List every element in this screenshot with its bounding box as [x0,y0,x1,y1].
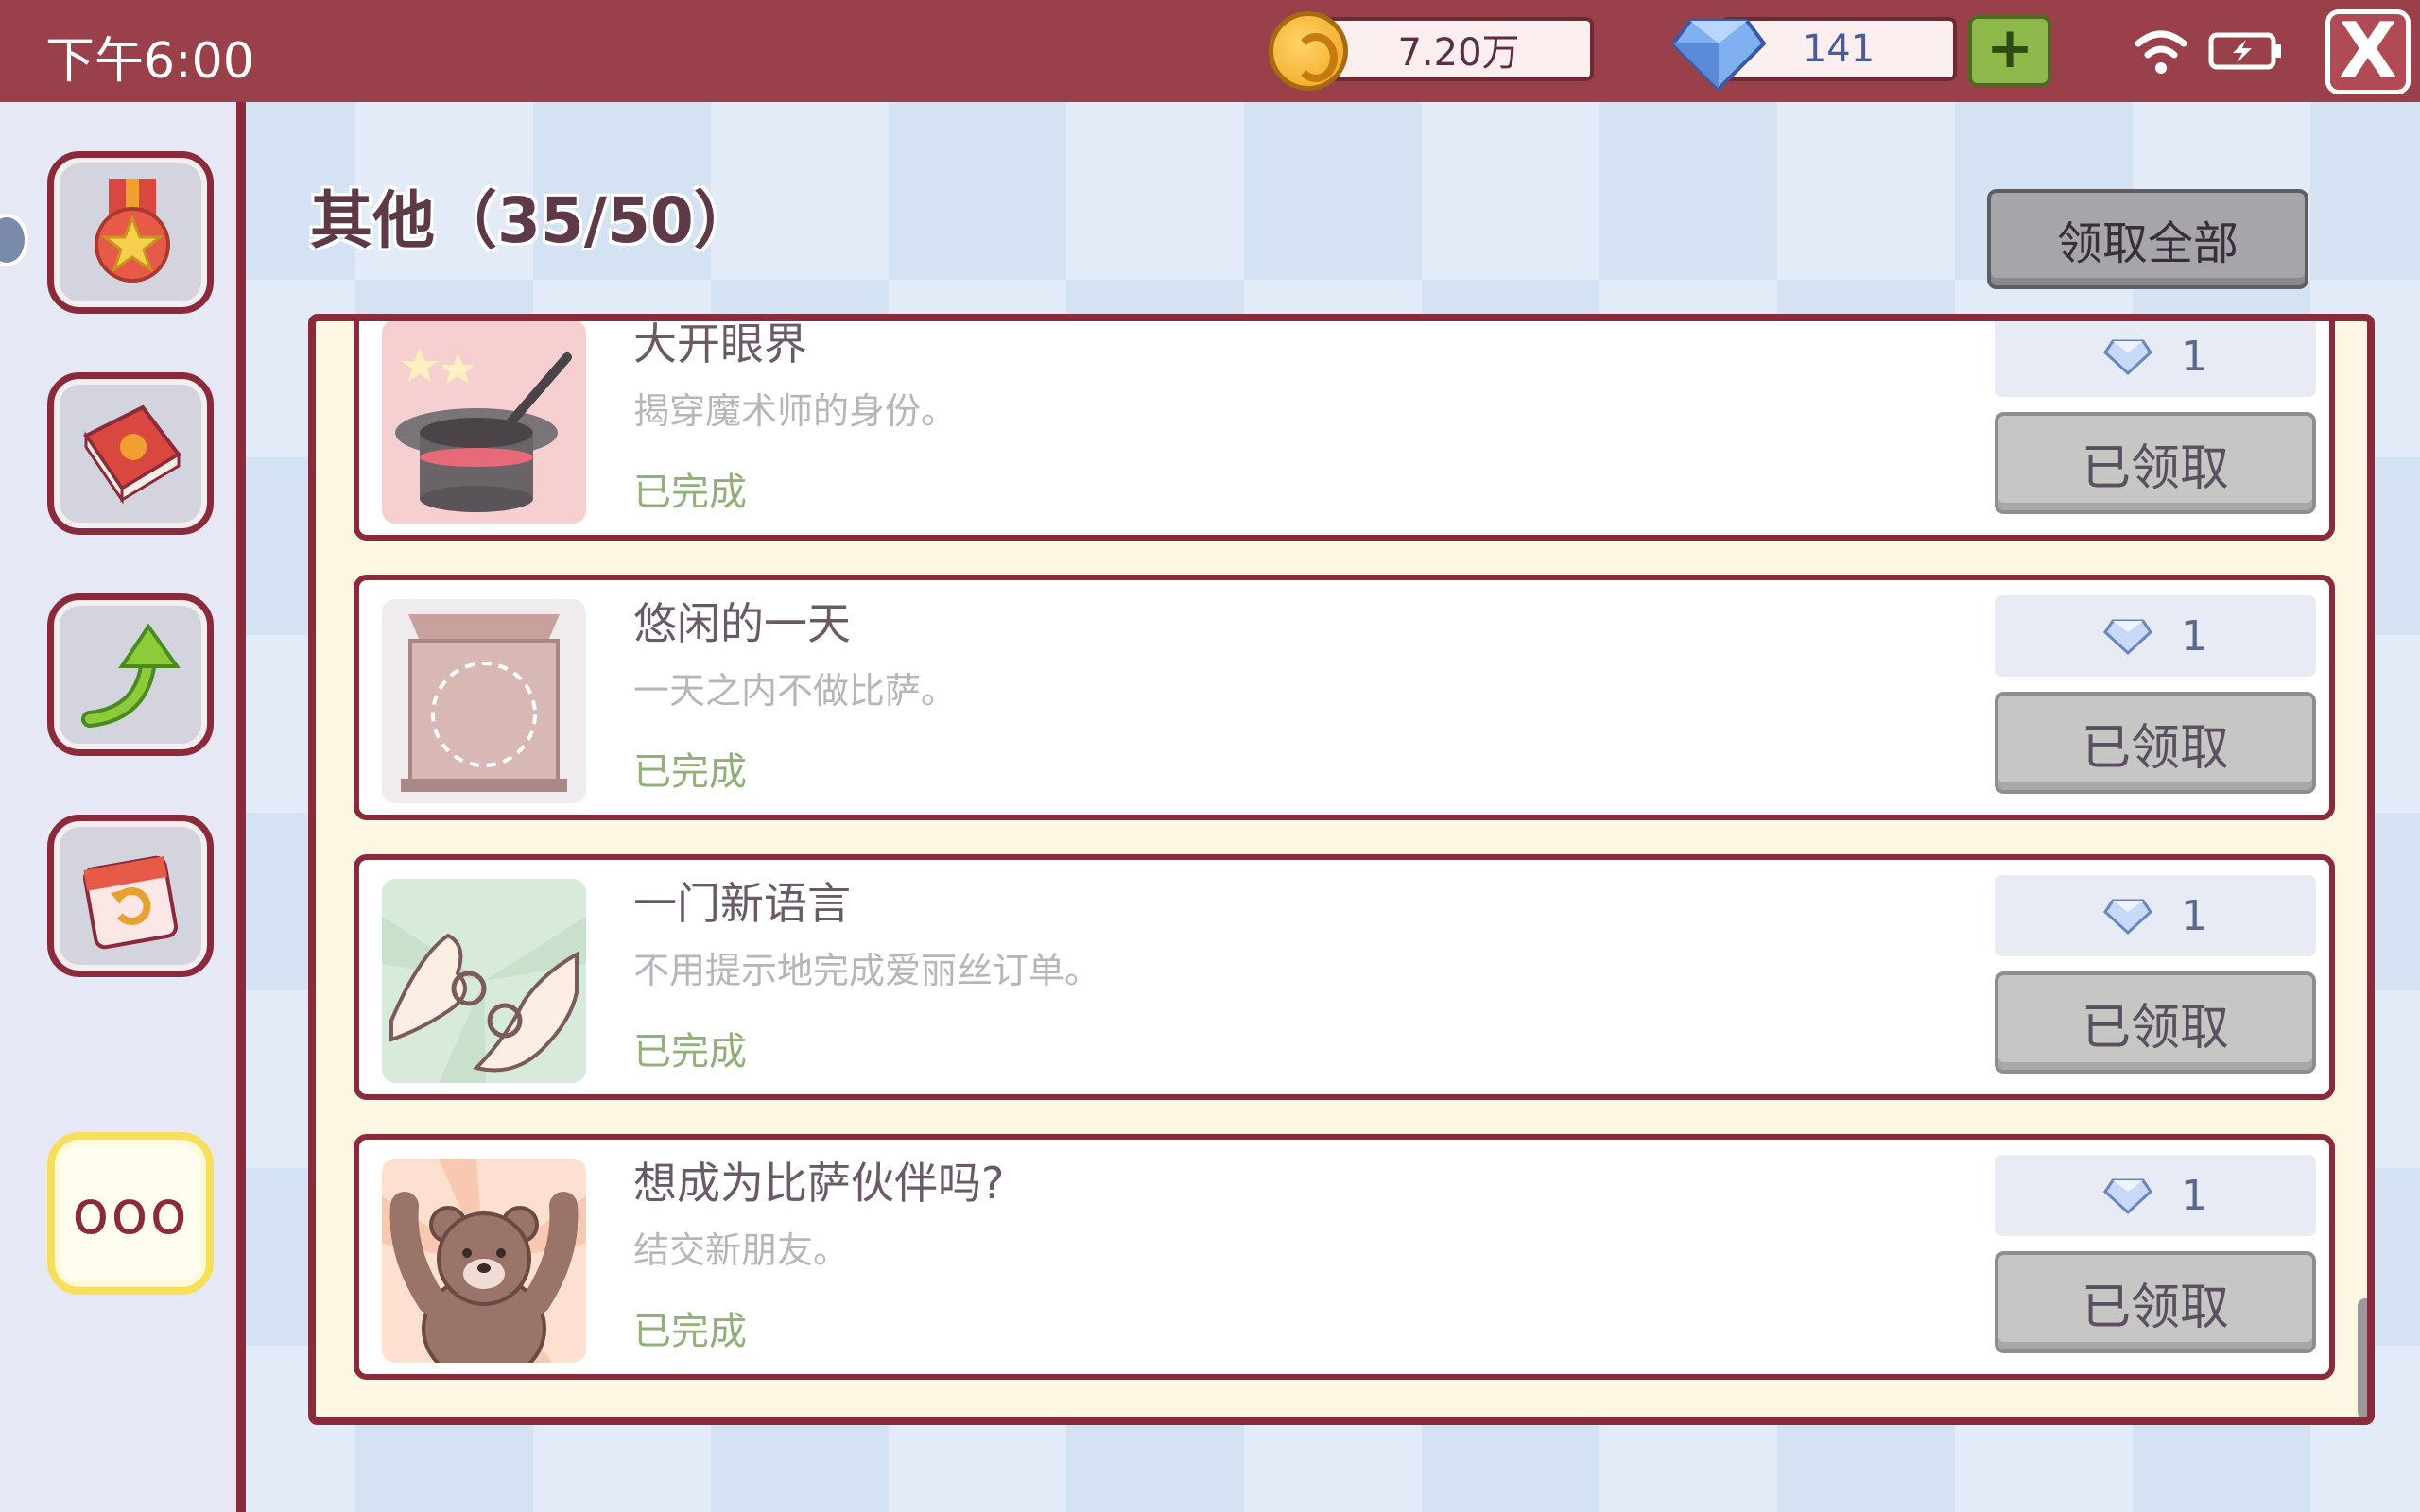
claimed-button[interactable]: 已领取 [1995,1251,2316,1353]
calendar-icon [82,855,179,950]
achievement-title: 一门新语言 [633,878,851,929]
reward-amount: 1 [2181,891,2207,940]
reward-display: 1 [1995,875,2316,956]
top-bar: 下午6:00 7.20万 141 + X [0,0,2420,102]
pizza-box-icon [382,599,586,803]
achievement-status: 已完成 [633,750,747,794]
achievement-status: 已完成 [633,1310,747,1353]
reward-amount: 1 [2181,332,2207,381]
sidebar-upgrade-button[interactable] [47,593,214,756]
add-gems-button[interactable]: + [1968,15,2051,87]
sidebar-medal-button[interactable] [47,151,214,314]
claimed-label: 已领取 [2081,439,2229,497]
reward-amount: 1 [2181,1171,2207,1220]
claimed-label: 已领取 [2081,999,2229,1057]
gem-icon [2103,1178,2152,1215]
book-icon [83,404,182,505]
claimed-label: 已领取 [2081,1279,2229,1336]
claim-all-label: 领取全部 [2056,217,2238,270]
list-item: 大开眼界 揭穿魔术师的身份。 已完成 1 已领取 [354,318,2335,541]
coin-icon [1269,11,1348,91]
achievement-title: 想成为比萨伙伴吗? [633,1158,1005,1209]
drag-handle-icon[interactable] [0,214,28,266]
achievement-description: 揭穿魔术师的身份。 [633,390,958,432]
achievement-title: 大开眼界 [633,318,807,369]
claim-all-button[interactable]: 领取全部 [1987,189,2308,289]
claimed-button[interactable]: 已领取 [1995,971,2316,1074]
list-item: 想成为比萨伙伴吗? 结交新朋友。 已完成 1 已领取 [354,1134,2335,1380]
claimed-button[interactable]: 已领取 [1995,692,2316,794]
sidebar-calendar-button[interactable] [47,815,214,977]
claimed-button[interactable]: 已领取 [1995,412,2316,514]
more-label: ooo [72,1178,189,1248]
gem-amount: 141 [1802,27,1876,71]
wifi-icon [2135,30,2187,74]
clock: 下午6:00 [45,33,254,90]
achievement-status: 已完成 [633,471,747,514]
list-item: 悠闲的一天 一天之内不做比萨。 已完成 1 已领取 [354,575,2335,820]
hand-sign-icon [382,879,586,1083]
achievement-list[interactable]: 大开眼界 揭穿魔术师的身份。 已完成 1 已领取 悠闲的一天 一天之内不做比萨。… [308,314,2375,1425]
bear-icon [382,1159,586,1363]
gem-icon [2103,339,2152,376]
gem-icon [2103,619,2152,656]
scrollbar[interactable] [2358,1298,2367,1418]
claimed-label: 已领取 [2081,719,2229,777]
gem-icon [2103,899,2152,936]
reward-amount: 1 [2181,611,2207,661]
arrow-up-icon [81,623,181,728]
magic-hat-icon [382,321,586,524]
reward-display: 1 [1995,595,2316,677]
reward-display: 1 [1995,1155,2316,1236]
achievement-description: 一天之内不做比萨。 [633,670,958,712]
medal-icon [95,179,170,283]
sidebar: ooo [0,102,246,1512]
page-title: 其他（35/50） [310,184,756,257]
gem-icon [1671,19,1766,91]
coin-counter: 7.20万 [1323,17,1594,81]
sidebar-book-button[interactable] [47,372,214,535]
reward-display: 1 [1995,321,2316,397]
achievement-status: 已完成 [633,1030,747,1074]
battery-icon [2208,32,2281,70]
achievement-title: 悠闲的一天 [633,598,851,649]
coin-amount: 7.20万 [1397,31,1520,75]
achievement-description: 不用提示地完成爱丽丝订单。 [633,950,1101,991]
close-button[interactable]: X [2325,9,2411,94]
list-item: 一门新语言 不用提示地完成爱丽丝订单。 已完成 1 已领取 [354,854,2335,1100]
sidebar-more-button[interactable]: ooo [47,1132,214,1295]
achievement-description: 结交新朋友。 [633,1229,850,1271]
